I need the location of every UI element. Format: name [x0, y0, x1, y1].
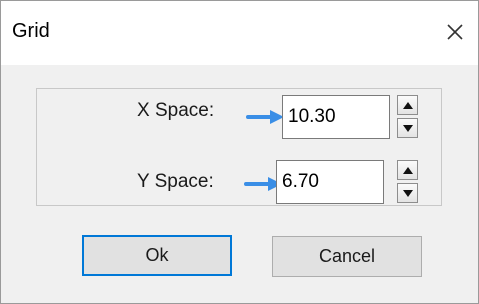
arrow-down-icon — [403, 125, 413, 132]
title-bar: Grid — [1, 1, 478, 65]
arrow-up-icon — [403, 167, 413, 174]
cancel-button[interactable]: Cancel — [272, 236, 422, 277]
arrow-down-icon — [403, 190, 413, 197]
ok-button[interactable]: Ok — [82, 235, 232, 276]
y-space-label: Y Space: — [137, 171, 214, 192]
y-space-increment-button[interactable] — [397, 160, 418, 180]
y-space-spinner — [397, 160, 418, 204]
dialog-title: Grid — [12, 20, 50, 42]
arrow-up-icon — [403, 102, 413, 109]
x-space-input[interactable]: 10.30 — [282, 95, 390, 139]
x-space-increment-button[interactable] — [397, 95, 418, 115]
x-space-decrement-button[interactable] — [397, 118, 418, 138]
y-space-input[interactable]: 6.70 — [276, 160, 384, 204]
y-space-decrement-button[interactable] — [397, 183, 418, 203]
close-icon — [447, 24, 463, 40]
x-space-label: X Space: — [137, 100, 215, 121]
grid-dialog: Grid X Space: 10.30 Y Space: 6.70 Ok Can… — [0, 0, 479, 304]
x-space-annotation-arrow — [246, 110, 284, 124]
close-button[interactable] — [438, 15, 472, 49]
x-space-spinner — [397, 95, 418, 139]
